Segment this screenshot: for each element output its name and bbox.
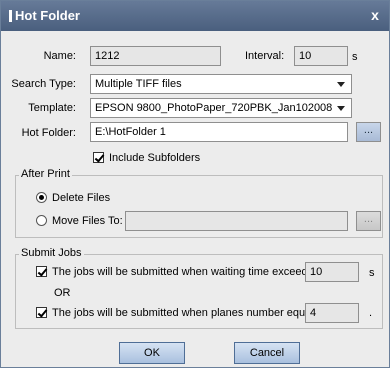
waiting-time-label: The jobs will be submitted when waiting … (52, 266, 314, 278)
planes-number-field[interactable]: 4 (305, 303, 359, 323)
planes-number-unit: . (369, 307, 373, 319)
waiting-time-checkbox[interactable] (36, 266, 47, 277)
interval-label: Interval: (245, 50, 285, 62)
planes-number-label: The jobs will be submitted when planes n… (52, 307, 332, 319)
app-icon (9, 10, 12, 22)
template-value: EPSON 9800_PhotoPaper_720PBK_Jan102008 (95, 102, 333, 114)
title-bar[interactable]: Hot Folder x (1, 1, 389, 31)
hot-folder-dialog: Hot Folder x Name: 1212 Interval: 10 s S… (0, 0, 390, 368)
interval-unit: s (352, 51, 358, 63)
name-label: Name: (43, 50, 76, 62)
move-files-path-field[interactable] (125, 211, 348, 231)
planes-number-checkbox[interactable] (36, 307, 47, 318)
template-select[interactable]: EPSON 9800_PhotoPaper_720PBK_Jan102008 (90, 98, 352, 118)
delete-files-label: Delete Files (52, 192, 111, 204)
name-field[interactable]: 1212 (90, 46, 221, 66)
search-type-value: Multiple TIFF files (95, 78, 182, 90)
move-files-label: Move Files To: (52, 215, 123, 227)
search-type-select[interactable]: Multiple TIFF files (90, 74, 352, 94)
hot-folder-field[interactable]: E:\HotFolder 1 (90, 122, 348, 142)
chevron-down-icon[interactable] (335, 78, 348, 90)
template-label: Template: (28, 102, 76, 114)
delete-files-radio[interactable] (36, 192, 47, 203)
waiting-time-field[interactable]: 10 (305, 262, 359, 282)
move-files-radio[interactable] (36, 215, 47, 226)
include-subfolders-checkbox[interactable] (93, 152, 104, 163)
include-subfolders-label: Include Subfolders (109, 152, 201, 164)
interval-field[interactable]: 10 (294, 46, 348, 66)
chevron-down-icon[interactable] (335, 102, 348, 114)
or-label: OR (54, 287, 71, 299)
move-files-browse-button[interactable]: ... (356, 211, 381, 231)
window-title: Hot Folder (15, 8, 80, 23)
hot-folder-label: Hot Folder: (21, 127, 76, 139)
waiting-time-unit: s (369, 267, 375, 279)
after-print-title: After Print (19, 168, 72, 180)
cancel-button[interactable]: Cancel (234, 342, 300, 364)
hot-folder-browse-button[interactable]: ... (356, 122, 381, 142)
ok-button[interactable]: OK (119, 342, 185, 364)
submit-jobs-title: Submit Jobs (19, 247, 84, 259)
search-type-label: Search Type: (11, 78, 76, 90)
close-icon[interactable]: x (367, 7, 383, 23)
